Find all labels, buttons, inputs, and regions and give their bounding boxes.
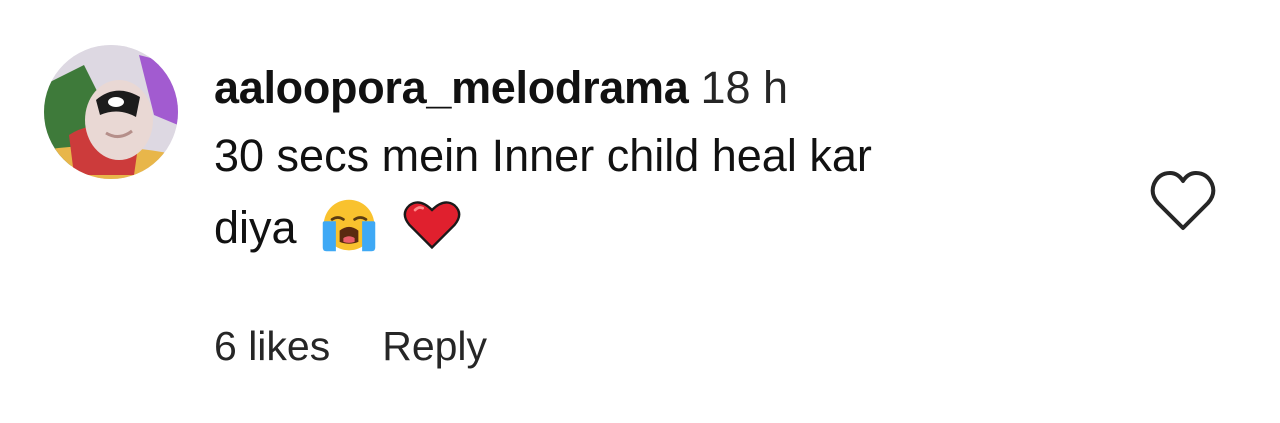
like-button[interactable] [1148, 168, 1218, 234]
avatar-image [44, 45, 178, 179]
loudly-crying-face-emoji [322, 199, 376, 252]
timestamp: 18 h [700, 62, 789, 113]
red-heart-emoji [403, 201, 460, 250]
comment-text: 30 secs mein Inner child heal kar diya [214, 120, 1114, 264]
likes-count[interactable]: 6 likes [214, 323, 330, 369]
comment-text-line-2: diya [214, 202, 297, 253]
username[interactable]: aaloopora_melodrama [214, 62, 689, 113]
reply-button[interactable]: Reply [382, 323, 487, 369]
comment-meta: 6 likes Reply [214, 318, 487, 374]
comment-text-line-1: 30 secs mein Inner child heal kar [214, 130, 872, 181]
heart-outline-icon [1150, 171, 1216, 230]
comment-item: aaloopora_melodrama 18 h 30 secs mein Inn… [0, 0, 1280, 423]
comment-header: aaloopora_melodrama 18 h [214, 58, 1114, 118]
avatar[interactable] [44, 45, 178, 179]
comment-body: aaloopora_melodrama 18 h 30 secs mein Inn… [214, 58, 1114, 264]
comment-text-line-2-wrap: diya [214, 192, 1114, 264]
